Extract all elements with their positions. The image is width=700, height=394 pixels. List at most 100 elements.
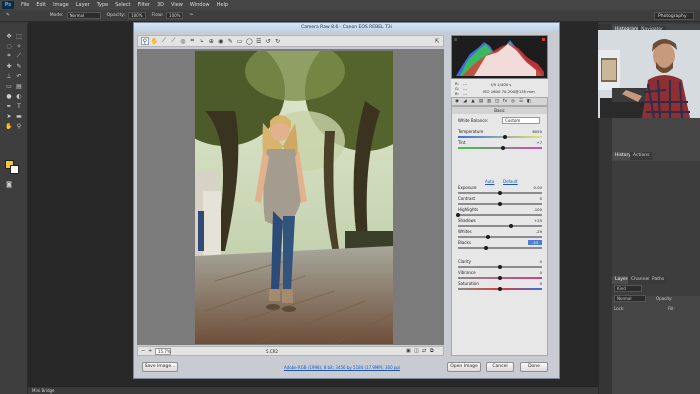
slider-value[interactable]: 0 [528, 281, 542, 286]
swap-settings-icon[interactable]: ⇄ [422, 348, 426, 354]
slider-track[interactable] [458, 214, 542, 216]
zoom-out-button[interactable]: − [141, 348, 147, 354]
slider-track[interactable] [458, 247, 542, 249]
preferences-icon[interactable]: ☰ [255, 37, 262, 45]
slider-track[interactable] [458, 225, 542, 227]
slider-thumb[interactable] [498, 202, 502, 206]
gradient-tool-icon[interactable]: ▤ [15, 82, 23, 90]
slider-value[interactable]: +7 [528, 140, 542, 145]
straighten-tool-icon[interactable]: ⦣ [198, 37, 205, 45]
rotate-right-icon[interactable]: ↻ [274, 37, 281, 45]
done-button[interactable]: Done [520, 362, 548, 372]
zoom-level-select[interactable]: 15.7% [155, 348, 171, 355]
basic-tab-icon[interactable]: ◉ [454, 99, 460, 105]
hand-tool-icon[interactable]: ✋ [151, 37, 158, 45]
menu-type[interactable]: Type [97, 2, 108, 8]
tone-curve-tab-icon[interactable]: ◢ [462, 99, 468, 105]
radial-filter-icon[interactable]: ◯ [245, 37, 253, 45]
layers-kind-filter[interactable]: Kind [614, 285, 642, 292]
menu-layer[interactable]: Layer [76, 2, 90, 8]
snapshots-tab-icon[interactable]: ◧ [526, 99, 532, 105]
before-after-icon[interactable]: ◫ [414, 348, 419, 354]
mini-bridge-bar[interactable]: Mini Bridge [28, 386, 598, 394]
menu-3d[interactable]: 3D [157, 2, 164, 8]
graduated-filter-icon[interactable]: ▭ [236, 37, 243, 45]
auto-link[interactable]: Auto [485, 179, 494, 184]
move-tool-icon[interactable]: ✥ [5, 32, 13, 40]
hsl-tab-icon[interactable]: ▤ [478, 99, 484, 105]
history-brush-icon[interactable]: ↶ [15, 72, 23, 80]
marquee-tool-icon[interactable]: ⬚ [15, 32, 23, 40]
shape-tool-icon[interactable]: ▬ [15, 112, 23, 120]
adjustment-brush-icon[interactable]: ✎ [227, 37, 234, 45]
workflow-options-link[interactable]: Adobe RGB (1998); 8 bit; 3456 by 5184 (1… [284, 365, 400, 370]
spot-removal-icon[interactable]: ⊕ [208, 37, 215, 45]
quick-mask-icon[interactable]: ◙ [5, 180, 13, 188]
open-full-screen-icon[interactable]: ⇱ [433, 37, 440, 45]
path-select-icon[interactable]: ➤ [5, 112, 13, 120]
workspace-switcher[interactable]: Photography [654, 12, 694, 20]
save-image-button[interactable]: Save Image... [142, 362, 178, 372]
airbrush-icon[interactable]: ✑ [189, 13, 193, 18]
tab-paths[interactable]: Paths [649, 276, 668, 284]
exposure-slider[interactable]: Exposure 0.00 [458, 185, 542, 196]
vibrance-slider[interactable]: Vibrance 0 [458, 270, 542, 281]
menu-help[interactable]: Help [217, 2, 228, 8]
blacks-slider[interactable]: Blacks -33 [458, 240, 542, 251]
slider-thumb[interactable] [501, 146, 506, 150]
brush-tool-icon[interactable]: ✎ [6, 13, 10, 18]
rotate-left-icon[interactable]: ↺ [264, 37, 271, 45]
crop-tool-icon[interactable]: ⌗ [189, 37, 196, 45]
crop-tool-icon[interactable]: ⌗ [5, 52, 13, 60]
mode-select[interactable]: Normal [66, 12, 101, 19]
flow-field[interactable]: 100% [166, 12, 184, 19]
slider-value[interactable]: 0 [528, 259, 542, 264]
eraser-tool-icon[interactable]: ▭ [5, 82, 13, 90]
whites-slider[interactable]: Whites -29 [458, 229, 542, 240]
slider-thumb[interactable] [503, 135, 508, 139]
red-eye-icon[interactable]: ◉ [217, 37, 224, 45]
slider-value[interactable]: 0 [528, 196, 542, 201]
slider-thumb[interactable] [456, 213, 460, 217]
copy-settings-icon[interactable]: ⧉ [430, 348, 434, 354]
split-toning-tab-icon[interactable]: ▥ [486, 99, 492, 105]
opacity-field[interactable]: 100% [128, 12, 146, 19]
slider-value[interactable]: 0 [528, 270, 542, 275]
pen-tool-icon[interactable]: ✒ [5, 102, 13, 110]
slider-track[interactable] [458, 147, 542, 149]
saturation-slider[interactable]: Saturation 0 [458, 281, 542, 292]
slider-value[interactable]: +25 [528, 218, 542, 223]
slider-thumb[interactable] [508, 224, 513, 228]
slider-value[interactable]: 6050 [528, 129, 542, 134]
clarity-slider[interactable]: Clarity 0 [458, 259, 542, 270]
eyedropper-tool-icon[interactable]: ⟋ [15, 52, 23, 60]
stamp-tool-icon[interactable]: ⊥ [5, 72, 13, 80]
blur-tool-icon[interactable]: ● [5, 92, 13, 100]
color-sampler-icon[interactable]: ⟋ [170, 37, 177, 45]
zoom-in-button[interactable]: + [148, 348, 154, 354]
slider-thumb[interactable] [483, 246, 488, 250]
shadow-clip-icon[interactable] [454, 38, 457, 41]
white-balance-select[interactable]: Custom [502, 117, 540, 124]
slider-thumb[interactable] [498, 276, 502, 280]
targeted-adjustment-icon[interactable]: ◎ [179, 37, 186, 45]
temperature-slider[interactable]: Temperature 6050 [458, 129, 542, 140]
background-color-swatch[interactable] [10, 165, 19, 174]
slider-track[interactable] [458, 236, 542, 238]
slider-thumb[interactable] [498, 191, 502, 195]
default-link[interactable]: Default [503, 179, 518, 184]
camera-calibration-tab-icon[interactable]: ◎ [510, 99, 516, 105]
menu-window[interactable]: Window [190, 2, 210, 8]
slider-value[interactable]: -100 [528, 207, 542, 212]
menu-edit[interactable]: Edit [36, 2, 46, 8]
tint-slider[interactable]: Tint +7 [458, 140, 542, 151]
zoom-tool-icon[interactable]: ⚲ [141, 37, 149, 45]
slider-thumb[interactable] [498, 265, 502, 269]
white-balance-tool-icon[interactable]: ⟋ [160, 37, 167, 45]
slider-thumb[interactable] [498, 287, 502, 291]
layers-blend-mode[interactable]: Normal [614, 295, 646, 302]
type-tool-icon[interactable]: T [15, 102, 23, 110]
preview-toggle-icon[interactable]: ▣ [406, 348, 411, 354]
highlights-slider[interactable]: Highlights -100 [456, 207, 542, 218]
lens-corrections-tab-icon[interactable]: ◫ [494, 99, 500, 105]
